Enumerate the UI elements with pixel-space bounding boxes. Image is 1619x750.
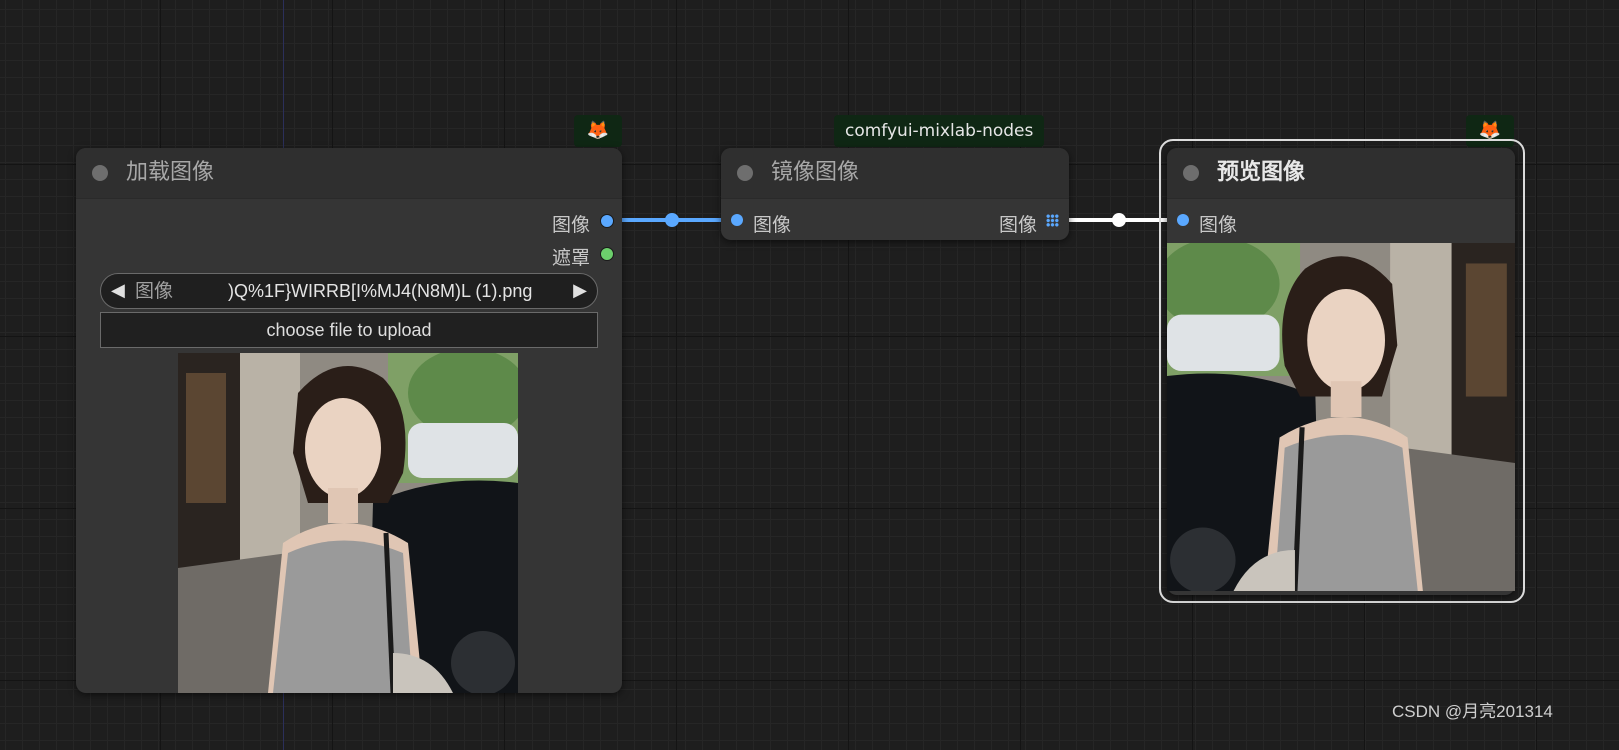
output-label-image: 图像: [998, 214, 1037, 236]
output-slot-mask[interactable]: [600, 247, 614, 261]
input-slot-image[interactable]: [731, 214, 743, 226]
input-label-image: 图像: [1199, 214, 1238, 236]
upload-button[interactable]: choose file to upload: [100, 312, 598, 348]
node-header[interactable]: 预览图像: [1167, 148, 1515, 199]
loaded-image-preview: [178, 353, 518, 693]
input-slot-image[interactable]: [1177, 214, 1189, 226]
node-title: 预览图像: [1217, 160, 1306, 185]
link-midpoint-handle[interactable]: [1112, 213, 1126, 227]
watermark: CSDN @月亮201314: [1392, 702, 1553, 721]
output-label-image: 图像: [551, 214, 590, 236]
node-title: 加载图像: [126, 160, 215, 185]
mirror-image-node[interactable]: 镜像图像 图像 图像: [721, 148, 1069, 240]
load-image-node[interactable]: 加载图像 图像 遮罩 ◀ 图像 )Q%1F}WIRRB[I%MJ4(N8M)L …: [76, 148, 622, 693]
collapse-toggle[interactable]: [92, 165, 108, 181]
preview-image-node[interactable]: 预览图像 图像: [1167, 148, 1515, 595]
combo-label: 图像: [135, 280, 174, 302]
combo-next-arrow[interactable]: ▶: [573, 274, 587, 308]
collapse-toggle[interactable]: [1183, 165, 1199, 181]
combo-value[interactable]: )Q%1F}WIRRB[I%MJ4(N8M)L (1).png: [228, 274, 532, 308]
image-combo-widget[interactable]: ◀ 图像 )Q%1F}WIRRB[I%MJ4(N8M)L (1).png ▶: [100, 273, 598, 309]
output-label-mask: 遮罩: [551, 247, 590, 269]
combo-prev-arrow[interactable]: ◀: [111, 274, 125, 308]
node-header[interactable]: 加载图像: [76, 148, 622, 199]
output-slot-list-icon[interactable]: [1046, 214, 1059, 227]
graph-canvas[interactable]: 🦊 comfyui-mixlab-nodes 🦊 加载图像 图像 遮罩 ◀ 图像…: [0, 0, 1619, 750]
node-title: 镜像图像: [771, 160, 860, 185]
fox-icon: 🦊: [574, 115, 622, 147]
output-slot-image[interactable]: [600, 214, 614, 228]
link-midpoint-handle[interactable]: [665, 213, 679, 227]
input-label-image: 图像: [753, 214, 792, 236]
preview-image-output: [1167, 243, 1515, 591]
node-source-badge: comfyui-mixlab-nodes: [834, 115, 1045, 147]
node-header[interactable]: 镜像图像: [721, 148, 1069, 199]
collapse-toggle[interactable]: [737, 165, 753, 181]
